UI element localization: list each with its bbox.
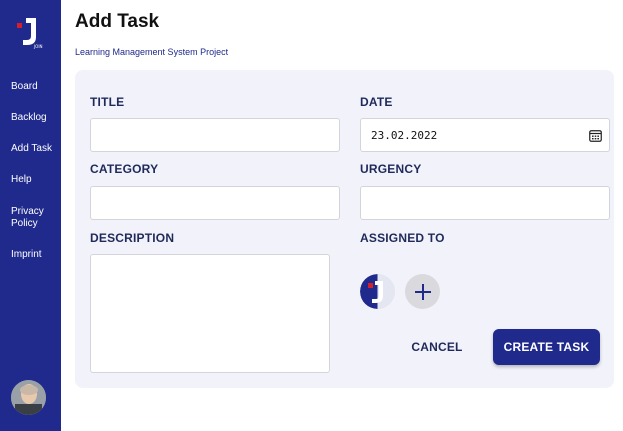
sidebar-item-privacy-policy[interactable]: Privacy Policy — [0, 206, 50, 230]
title-input[interactable] — [90, 118, 340, 152]
sidebar-item-add-task[interactable]: Add Task — [0, 143, 61, 155]
project-name: Learning Management System Project — [75, 47, 229, 57]
sidebar-item-board[interactable]: Board — [0, 81, 61, 93]
date-label: DATE — [360, 95, 393, 109]
assignee-avatar[interactable] — [360, 274, 395, 309]
add-assignee-button[interactable] — [405, 274, 440, 309]
plus-icon — [414, 283, 431, 300]
category-label: CATEGORY — [90, 162, 159, 176]
description-label: DESCRIPTION — [90, 231, 175, 245]
user-photo-icon — [11, 380, 46, 415]
date-value: 23.02.2022 — [371, 128, 438, 142]
create-task-button[interactable]: CREATE TASK — [493, 329, 600, 365]
sidebar: JOIN Board Backlog Add Task Help Privacy… — [0, 0, 61, 431]
assignee-avatar-icon — [360, 274, 395, 309]
page-title: Add Task — [75, 11, 160, 32]
cancel-button[interactable]: CANCEL — [398, 330, 476, 364]
calendar-icon[interactable] — [589, 129, 602, 142]
sidebar-item-imprint[interactable]: Imprint — [0, 249, 61, 261]
description-textarea[interactable] — [90, 254, 330, 373]
sidebar-item-backlog[interactable]: Backlog — [0, 112, 61, 124]
assigned-to-label: ASSIGNED TO — [360, 231, 445, 245]
category-input[interactable] — [90, 186, 340, 220]
title-label: TITLE — [90, 95, 125, 109]
svg-text:JOIN: JOIN — [33, 44, 43, 49]
sidebar-item-help[interactable]: Help — [0, 174, 61, 186]
date-input[interactable]: 23.02.2022 — [360, 118, 610, 152]
urgency-input[interactable] — [360, 186, 610, 220]
join-logo-icon[interactable]: JOIN — [14, 15, 46, 49]
user-avatar[interactable] — [11, 380, 46, 415]
urgency-label: URGENCY — [360, 162, 422, 176]
